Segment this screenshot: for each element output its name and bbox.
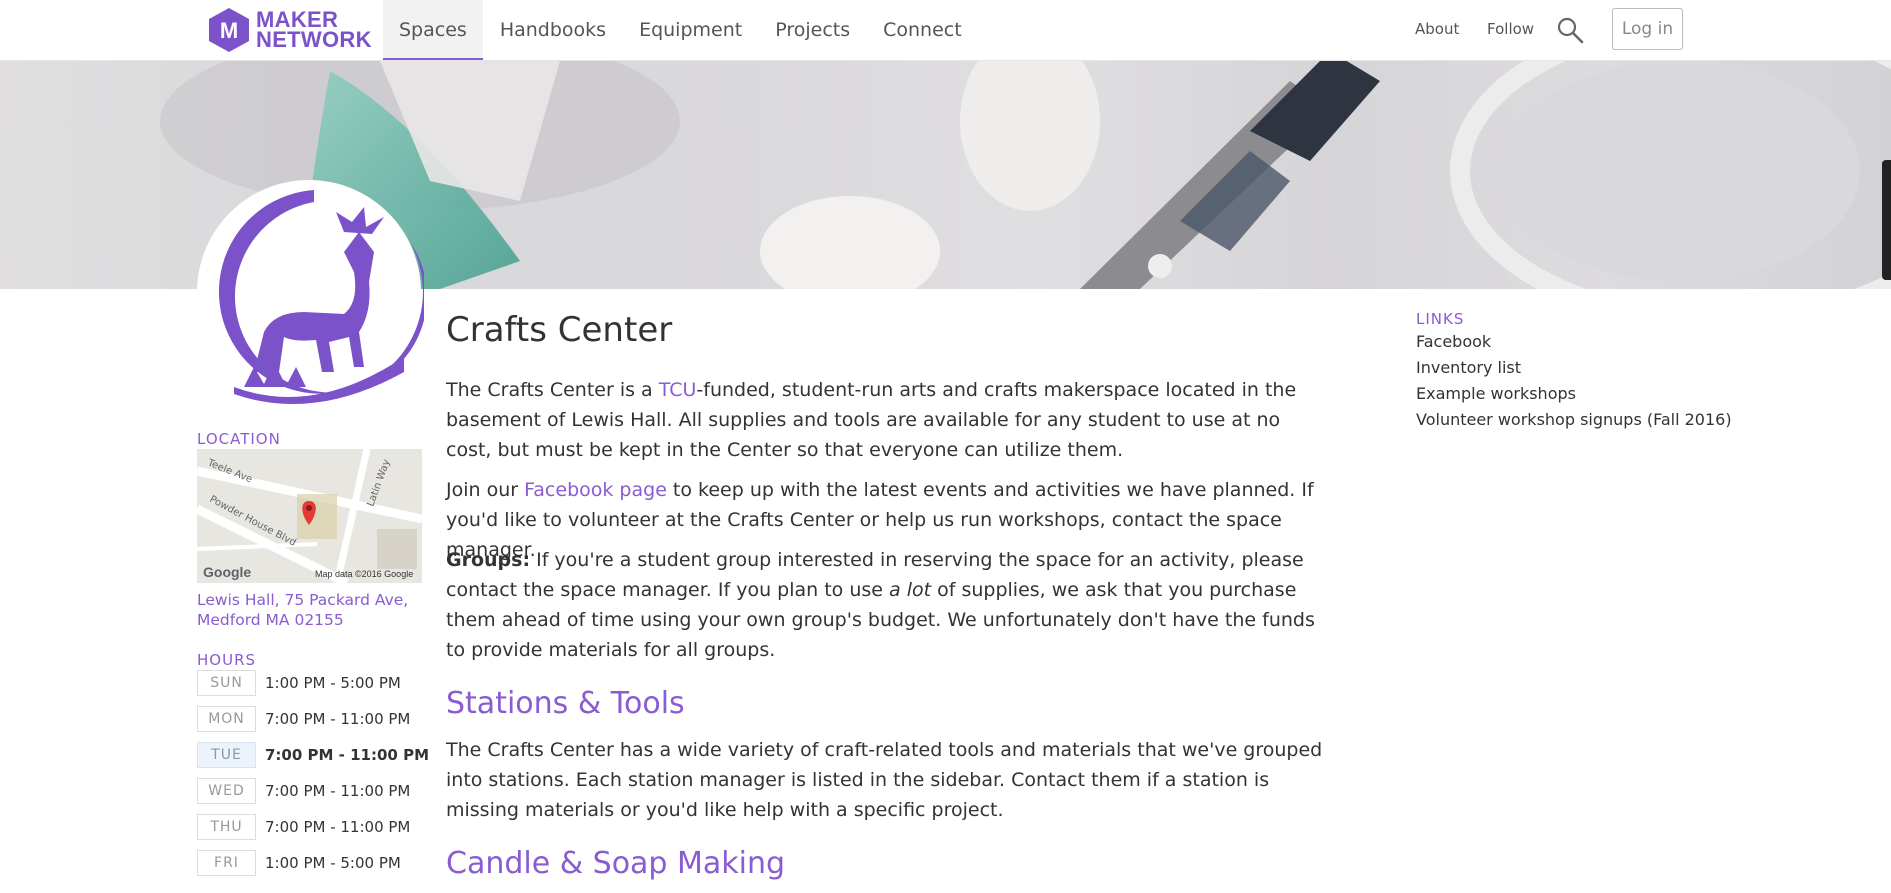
links-title: LINKS	[1416, 310, 1465, 328]
groups-paragraph: Groups: If you're a student group intere…	[446, 545, 1326, 665]
centaur-emblem	[197, 180, 424, 405]
day-label: MON	[197, 706, 256, 732]
intro-text-start: The Crafts Center is a	[446, 379, 659, 401]
hours-row: SUN 1:00 PM - 5:00 PM	[197, 670, 437, 698]
maker-network-logo[interactable]: M MAKER NETWORK	[208, 6, 372, 54]
intro-paragraph: The Crafts Center is a TCU-funded, stude…	[446, 375, 1326, 465]
address-line-1: Lewis Hall, 75 Packard Ave,	[197, 591, 409, 609]
day-label: SUN	[197, 670, 256, 696]
nav-projects[interactable]: Projects	[759, 0, 866, 60]
groups-emphasis: a lot	[889, 579, 932, 601]
groups-label: Groups:	[446, 549, 531, 571]
day-label-today: TUE	[197, 742, 256, 768]
hours-time: 1:00 PM - 5:00 PM	[265, 854, 401, 872]
hours-time: 1:00 PM - 5:00 PM	[265, 674, 401, 692]
logo-line-2: NETWORK	[256, 27, 372, 52]
hours-row: MON 7:00 PM - 11:00 PM	[197, 706, 437, 734]
edge-decoration	[1882, 160, 1891, 280]
hours-time-today: 7:00 PM - 11:00 PM	[265, 746, 430, 764]
link-facebook[interactable]: Facebook	[1416, 332, 1491, 351]
location-map[interactable]: Teele Ave Powder House Blvd Latin Way Go…	[197, 449, 422, 583]
day-label: THU	[197, 814, 256, 840]
logo-hexagon-icon: M	[209, 8, 249, 52]
map-google-logo: Google	[203, 564, 251, 580]
facebook-text-start: Join our	[446, 479, 525, 501]
hours-row: THU 7:00 PM - 11:00 PM	[197, 814, 437, 842]
nav-equipment[interactable]: Equipment	[623, 0, 758, 60]
stations-paragraph: The Crafts Center has a wide variety of …	[446, 739, 1323, 821]
nav-handbooks[interactable]: Handbooks	[484, 0, 622, 60]
links-sidebar: LINKS Facebook Inventory list Example wo…	[1416, 310, 1732, 429]
login-button[interactable]: Log in	[1612, 8, 1683, 50]
day-label: WED	[197, 778, 256, 804]
logo-letter: M	[220, 18, 238, 43]
link-volunteer-signups[interactable]: Volunteer workshop signups (Fall 2016)	[1416, 410, 1732, 429]
hours-time: 7:00 PM - 11:00 PM	[265, 818, 411, 836]
location-title: LOCATION	[197, 430, 281, 448]
hours-time: 7:00 PM - 11:00 PM	[265, 710, 411, 728]
hours-title: HOURS	[197, 651, 257, 669]
day-label: FRI	[197, 850, 256, 876]
about-link[interactable]: About	[1415, 20, 1459, 38]
map-attribution: Map data ©2016 Google	[315, 569, 413, 579]
top-navbar: M MAKER NETWORK Spaces Handbooks Equipme…	[0, 0, 1891, 61]
map-image: Teele Ave Powder House Blvd Latin Way Go…	[197, 449, 422, 583]
hours-row-today: TUE 7:00 PM - 11:00 PM	[197, 742, 437, 770]
candle-soap-heading: Candle & Soap Making	[446, 846, 786, 881]
hours-row: FRI 1:00 PM - 5:00 PM	[197, 850, 437, 878]
facebook-page-link[interactable]: Facebook page	[524, 479, 667, 501]
follow-link[interactable]: Follow	[1487, 20, 1534, 38]
main-nav: Spaces Handbooks Equipment Projects Conn…	[383, 0, 978, 60]
address[interactable]: Lewis Hall, 75 Packard Ave, Medford MA 0…	[197, 590, 427, 630]
link-inventory-list[interactable]: Inventory list	[1416, 358, 1521, 377]
logo-wordmark: MAKER NETWORK	[256, 9, 372, 52]
hours-row: WED 7:00 PM - 11:00 PM	[197, 778, 437, 806]
link-example-workshops[interactable]: Example workshops	[1416, 384, 1576, 403]
nav-spaces[interactable]: Spaces	[383, 0, 483, 60]
tcu-link[interactable]: TCU	[659, 379, 697, 401]
nav-connect[interactable]: Connect	[867, 0, 978, 60]
search-icon[interactable]	[1556, 16, 1584, 44]
stations-heading: Stations & Tools	[446, 686, 685, 721]
page-title: Crafts Center	[446, 310, 673, 350]
hours-time: 7:00 PM - 11:00 PM	[265, 782, 411, 800]
address-line-2: Medford MA 02155	[197, 611, 344, 629]
